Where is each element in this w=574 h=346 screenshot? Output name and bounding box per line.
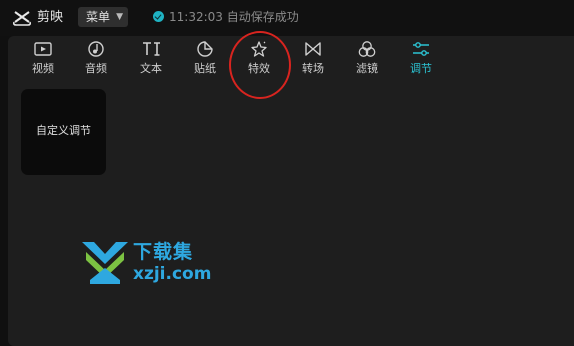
chevron-down-icon: ▼ — [116, 12, 123, 22]
tab-transition-label: 转场 — [302, 62, 324, 75]
video-icon — [34, 42, 52, 56]
audio-icon — [88, 41, 104, 57]
transition-icon — [305, 42, 321, 56]
tab-filter-label: 滤镜 — [356, 62, 378, 75]
autosave-status: 11:32:03 自动保存成功 — [169, 9, 299, 25]
tab-audio-label: 音频 — [85, 62, 107, 75]
filter-icon — [358, 41, 376, 57]
tab-adjust-label: 调节 — [410, 62, 432, 75]
download-arrow-logo-icon — [82, 242, 128, 284]
capcut-logo-icon — [12, 11, 32, 26]
tab-audio[interactable]: 音频 — [69, 38, 123, 82]
app-name: 剪映 — [37, 10, 64, 25]
materials-panel: 视频 音频 文本 贴纸 特效 转场 滤镜 调节 — [8, 36, 574, 346]
title-bar: 剪映 菜单 ▼ 11:32:03 自动保存成功 — [0, 0, 574, 36]
watermark-site: xzji.com — [133, 264, 212, 284]
menu-label: 菜单 — [86, 10, 111, 24]
save-success-icon — [153, 11, 164, 22]
adjust-sliders-icon — [413, 42, 429, 56]
tab-adjust[interactable]: 调节 — [394, 38, 448, 82]
watermark-title: 下载集 — [133, 241, 194, 263]
tab-text-label: 文本 — [140, 62, 162, 75]
tab-text[interactable]: 文本 — [124, 38, 178, 82]
tab-video[interactable]: 视频 — [16, 38, 70, 82]
highlight-circle-annotation — [229, 31, 291, 99]
tab-sticker-label: 贴纸 — [194, 62, 216, 75]
tab-transition[interactable]: 转场 — [286, 38, 340, 82]
tab-filter[interactable]: 滤镜 — [340, 38, 394, 82]
custom-adjust-card[interactable]: 自定义调节 — [21, 89, 106, 175]
sticker-icon — [197, 41, 213, 57]
menu-button[interactable]: 菜单 ▼ — [78, 7, 128, 27]
tab-video-label: 视频 — [32, 62, 54, 75]
autosave-message: 自动保存成功 — [226, 10, 299, 24]
text-icon — [143, 42, 160, 56]
autosave-time: 11:32:03 — [169, 10, 223, 24]
custom-adjust-label: 自定义调节 — [36, 124, 91, 137]
tab-sticker[interactable]: 贴纸 — [178, 38, 232, 82]
